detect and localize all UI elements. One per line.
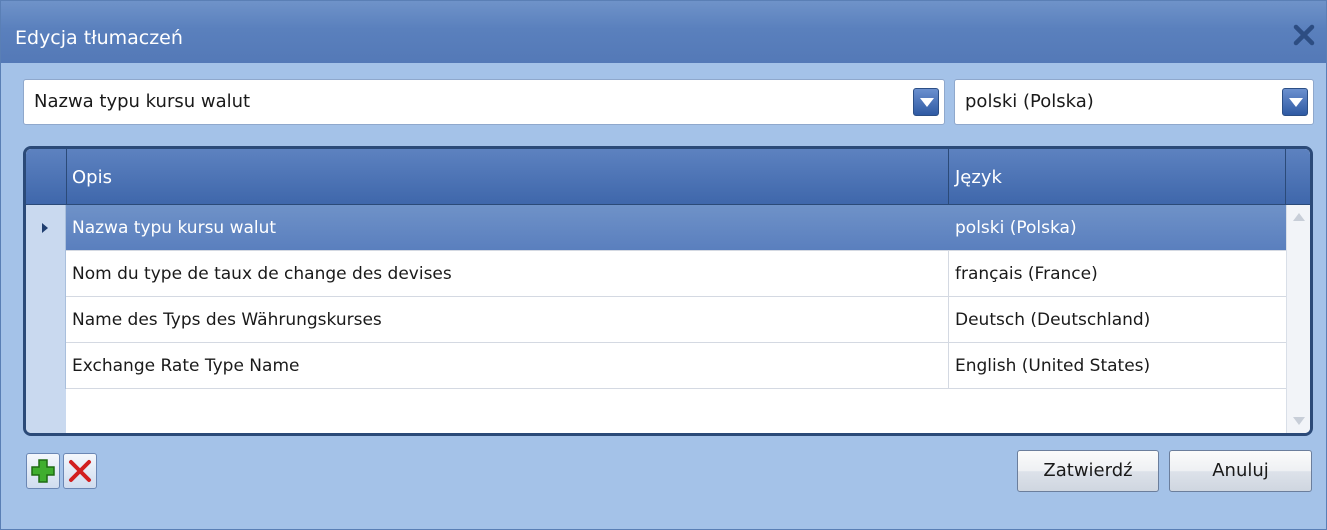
language-select[interactable]: polski (Polska) — [954, 79, 1314, 125]
field-select-value: Nazwa typu kursu walut — [34, 91, 251, 112]
language-select-dropdown-button[interactable] — [1282, 88, 1308, 116]
row-indicator — [26, 251, 66, 297]
confirm-button[interactable]: Zatwierdź — [1017, 450, 1159, 492]
cell-jezyk[interactable]: English (United States) — [955, 356, 1150, 376]
field-select-dropdown-button[interactable] — [913, 88, 939, 116]
x-icon — [69, 460, 91, 482]
cell-opis[interactable]: Nazwa typu kursu walut — [72, 218, 276, 238]
field-select[interactable]: Nazwa typu kursu walut — [23, 79, 945, 125]
plus-icon — [31, 459, 55, 483]
row-indicator — [26, 205, 66, 251]
cell-jezyk[interactable]: Deutsch (Deutschland) — [955, 310, 1150, 330]
table-row[interactable]: Exchange Rate Type Name English (United … — [26, 343, 1286, 389]
chevron-down-icon — [1289, 98, 1303, 107]
cell-opis[interactable]: Nom du type de taux de change des devise… — [72, 264, 452, 284]
window-title: Edycja tłumaczeń — [15, 27, 183, 49]
column-header-opis[interactable]: Opis — [66, 149, 948, 204]
row-indicator — [26, 343, 66, 389]
scroll-up-icon — [1293, 213, 1305, 221]
translations-grid: Opis Język Nazwa typu kursu walut polski… — [23, 146, 1313, 436]
language-select-value: polski (Polska) — [965, 91, 1094, 112]
add-translation-button[interactable] — [26, 453, 60, 489]
scroll-down-icon — [1293, 417, 1305, 425]
vertical-scrollbar[interactable] — [1286, 205, 1310, 433]
cell-jezyk[interactable]: français (France) — [955, 264, 1098, 284]
column-header-jezyk[interactable]: Język — [949, 149, 1286, 204]
cell-opis[interactable]: Name des Typs des Währungskurses — [72, 310, 382, 330]
grid-header: Opis Język — [26, 149, 1310, 205]
delete-translation-button[interactable] — [63, 453, 97, 489]
row-indicator — [26, 297, 66, 343]
table-row[interactable]: Nazwa typu kursu walut polski (Polska) — [26, 205, 1286, 251]
translation-edit-dialog: Edycja tłumaczeń Nazwa typu kursu walut … — [0, 0, 1327, 530]
cell-jezyk[interactable]: polski (Polska) — [955, 218, 1077, 238]
chevron-down-icon — [920, 98, 934, 107]
close-icon[interactable] — [1292, 23, 1316, 47]
table-row[interactable]: Name des Typs des Währungskurses Deutsch… — [26, 297, 1286, 343]
table-row[interactable]: Nom du type de taux de change des devise… — [26, 251, 1286, 297]
cell-opis[interactable]: Exchange Rate Type Name — [72, 356, 299, 376]
cancel-button[interactable]: Anuluj — [1169, 450, 1312, 492]
title-bar: Edycja tłumaczeń — [1, 1, 1326, 63]
